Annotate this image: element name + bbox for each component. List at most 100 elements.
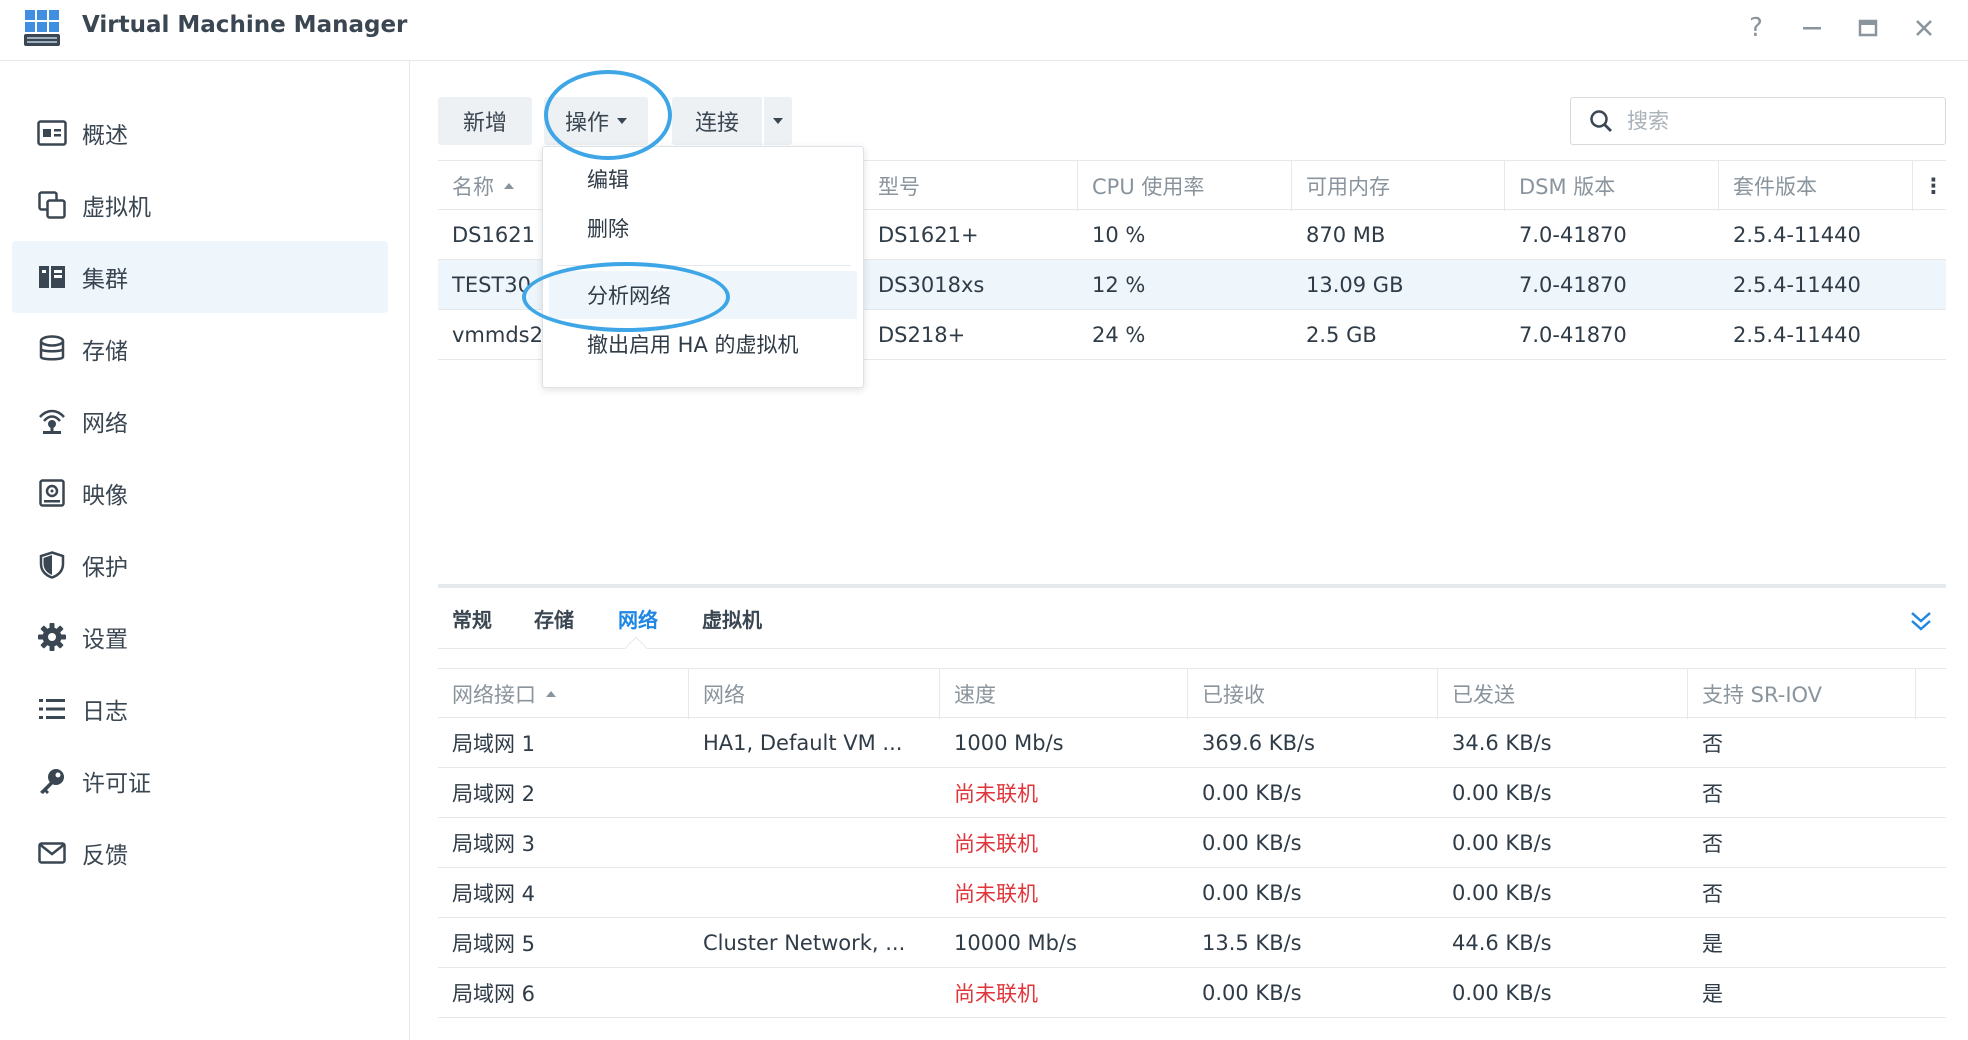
column-options-icon[interactable]: ⋮ xyxy=(1913,161,1946,211)
search-input[interactable] xyxy=(1627,109,1907,133)
sidebar-item-label: 网络 xyxy=(82,411,128,437)
sriov-cell: 否 xyxy=(1702,832,1723,856)
column-header-sent[interactable]: 已发送 xyxy=(1438,669,1688,719)
table-row[interactable]: 局域网 2 尚未联机 0.00 KB/s 0.00 KB/s 否 xyxy=(438,768,1946,818)
column-header-label: 名称 xyxy=(452,175,494,199)
sort-ascending-icon xyxy=(504,183,514,189)
search-icon xyxy=(1590,110,1612,132)
sriov-cell: 是 xyxy=(1702,982,1723,1006)
action-button-label: 操作 xyxy=(564,111,609,136)
sidebar-item-license[interactable]: 许可证 xyxy=(12,745,388,817)
sidebar-item-label: 概述 xyxy=(82,123,128,149)
sidebar-item-vm[interactable]: 虚拟机 xyxy=(12,169,388,241)
chevron-down-icon xyxy=(773,118,783,124)
sidebar-item-label: 日志 xyxy=(82,699,128,725)
detail-panel-divider xyxy=(438,584,1946,588)
host-dsm-version: 7.0-41870 xyxy=(1519,223,1627,247)
title-bar: Virtual Machine Manager ? xyxy=(0,0,1968,61)
received-cell: 0.00 KB/s xyxy=(1202,781,1302,805)
tab-general[interactable]: 常规 xyxy=(452,604,492,633)
minimize-button[interactable] xyxy=(1790,8,1834,48)
menu-item-edit[interactable]: 编辑 xyxy=(549,155,857,203)
search-box[interactable] xyxy=(1570,97,1946,145)
chevron-down-icon xyxy=(617,118,627,124)
column-header-memory[interactable]: 可用内存 xyxy=(1292,161,1505,211)
help-button[interactable]: ? xyxy=(1734,8,1778,48)
sent-cell: 0.00 KB/s xyxy=(1452,881,1552,905)
host-model: DS3018xs xyxy=(878,273,985,297)
network-cell: Cluster Network, ... xyxy=(703,931,906,955)
host-dsm-version: 7.0-41870 xyxy=(1519,273,1627,297)
connect-dropdown-button[interactable] xyxy=(764,97,792,145)
action-menu: 编辑 删除 分析网络 撤出启用 HA 的虚拟机 xyxy=(542,146,864,388)
maximize-icon xyxy=(1858,19,1878,37)
sidebar-item-label: 虚拟机 xyxy=(82,195,151,221)
gear-icon xyxy=(36,621,68,653)
column-header-sriov[interactable]: 支持 SR-IOV xyxy=(1688,669,1916,719)
host-memory: 13.09 GB xyxy=(1306,273,1404,297)
sidebar-item-network[interactable]: 网络 xyxy=(12,385,388,457)
speed-cell: 尚未联机 xyxy=(954,982,1038,1006)
sent-cell: 0.00 KB/s xyxy=(1452,781,1552,805)
interface-cell: 局域网 6 xyxy=(452,982,536,1006)
sidebar-item-settings[interactable]: 设置 xyxy=(12,601,388,673)
tab-vm[interactable]: 虚拟机 xyxy=(702,604,762,633)
sidebar-item-overview[interactable]: 概述 xyxy=(12,97,388,169)
log-icon xyxy=(36,693,68,725)
table-row[interactable]: 局域网 6 尚未联机 0.00 KB/s 0.00 KB/s 是 xyxy=(438,968,1946,1018)
tab-storage[interactable]: 存储 xyxy=(534,604,574,633)
sidebar-item-label: 存储 xyxy=(82,339,128,365)
column-header-cpu[interactable]: CPU 使用率 xyxy=(1078,161,1292,211)
collapse-panel-icon[interactable] xyxy=(1908,608,1934,634)
close-button[interactable] xyxy=(1902,8,1946,48)
network-table-header: 网络接口 网络 速度 已接收 已发送 支持 SR-IOV xyxy=(438,668,1946,719)
close-icon xyxy=(1916,20,1932,36)
vmm-app-icon xyxy=(24,10,60,46)
add-button[interactable]: 新增 xyxy=(438,97,532,145)
column-header-dsm-version[interactable]: DSM 版本 xyxy=(1505,161,1719,211)
column-header-label: 网络接口 xyxy=(452,683,536,707)
menu-item-analyze-network[interactable]: 分析网络 xyxy=(549,271,857,319)
speed-cell: 1000 Mb/s xyxy=(954,731,1064,755)
column-header-network[interactable]: 网络 xyxy=(689,669,940,719)
column-header-interface[interactable]: 网络接口 xyxy=(438,669,689,719)
sidebar-item-cluster[interactable]: 集群 xyxy=(12,241,388,313)
table-row[interactable]: 局域网 1 HA1, Default VM ... 1000 Mb/s 369.6 K… xyxy=(438,718,1946,768)
host-memory: 870 MB xyxy=(1306,223,1386,247)
active-tab-pointer xyxy=(624,636,648,660)
host-cpu: 24 % xyxy=(1092,323,1146,347)
sidebar-item-image[interactable]: 映像 xyxy=(12,457,388,529)
sidebar-item-feedback[interactable]: 反馈 xyxy=(12,817,388,889)
table-row[interactable]: 局域网 3 尚未联机 0.00 KB/s 0.00 KB/s 否 xyxy=(438,818,1946,868)
table-row[interactable]: 局域网 5 Cluster Network, ... 10000 Mb/s 13.5 … xyxy=(438,918,1946,968)
sent-cell: 44.6 KB/s xyxy=(1452,931,1552,955)
received-cell: 0.00 KB/s xyxy=(1202,831,1302,855)
sidebar-item-log[interactable]: 日志 xyxy=(12,673,388,745)
column-header-received[interactable]: 已接收 xyxy=(1188,669,1438,719)
host-package-version: 2.5.4-11440 xyxy=(1733,323,1861,347)
sriov-cell: 否 xyxy=(1702,782,1723,806)
sidebar-item-protection[interactable]: 保护 xyxy=(12,529,388,601)
sidebar-item-label: 设置 xyxy=(82,627,128,653)
sriov-cell: 是 xyxy=(1702,932,1723,956)
host-memory: 2.5 GB xyxy=(1306,323,1377,347)
network-cell xyxy=(689,968,919,1018)
speed-cell: 10000 Mb/s xyxy=(954,931,1077,955)
sidebar-item-label: 映像 xyxy=(82,483,128,509)
maximize-button[interactable] xyxy=(1846,8,1890,48)
sriov-cell: 否 xyxy=(1702,882,1723,906)
menu-item-delete[interactable]: 删除 xyxy=(549,204,857,252)
action-button[interactable]: 操作 xyxy=(544,97,648,145)
speed-cell: 尚未联机 xyxy=(954,782,1038,806)
column-header-package-version[interactable]: 套件版本 xyxy=(1719,161,1913,211)
column-header-speed[interactable]: 速度 xyxy=(940,669,1188,719)
host-package-version: 2.5.4-11440 xyxy=(1733,223,1861,247)
tab-network[interactable]: 网络 xyxy=(618,604,658,633)
menu-item-evacuate-ha-vms[interactable]: 撤出启用 HA 的虚拟机 xyxy=(549,320,857,368)
column-header-model[interactable]: 型号 xyxy=(864,161,1078,211)
network-icon xyxy=(36,405,68,437)
sidebar-item-storage[interactable]: 存储 xyxy=(12,313,388,385)
host-cpu: 10 % xyxy=(1092,223,1146,247)
connect-button[interactable]: 连接 xyxy=(672,97,762,145)
table-row[interactable]: 局域网 4 尚未联机 0.00 KB/s 0.00 KB/s 否 xyxy=(438,868,1946,918)
